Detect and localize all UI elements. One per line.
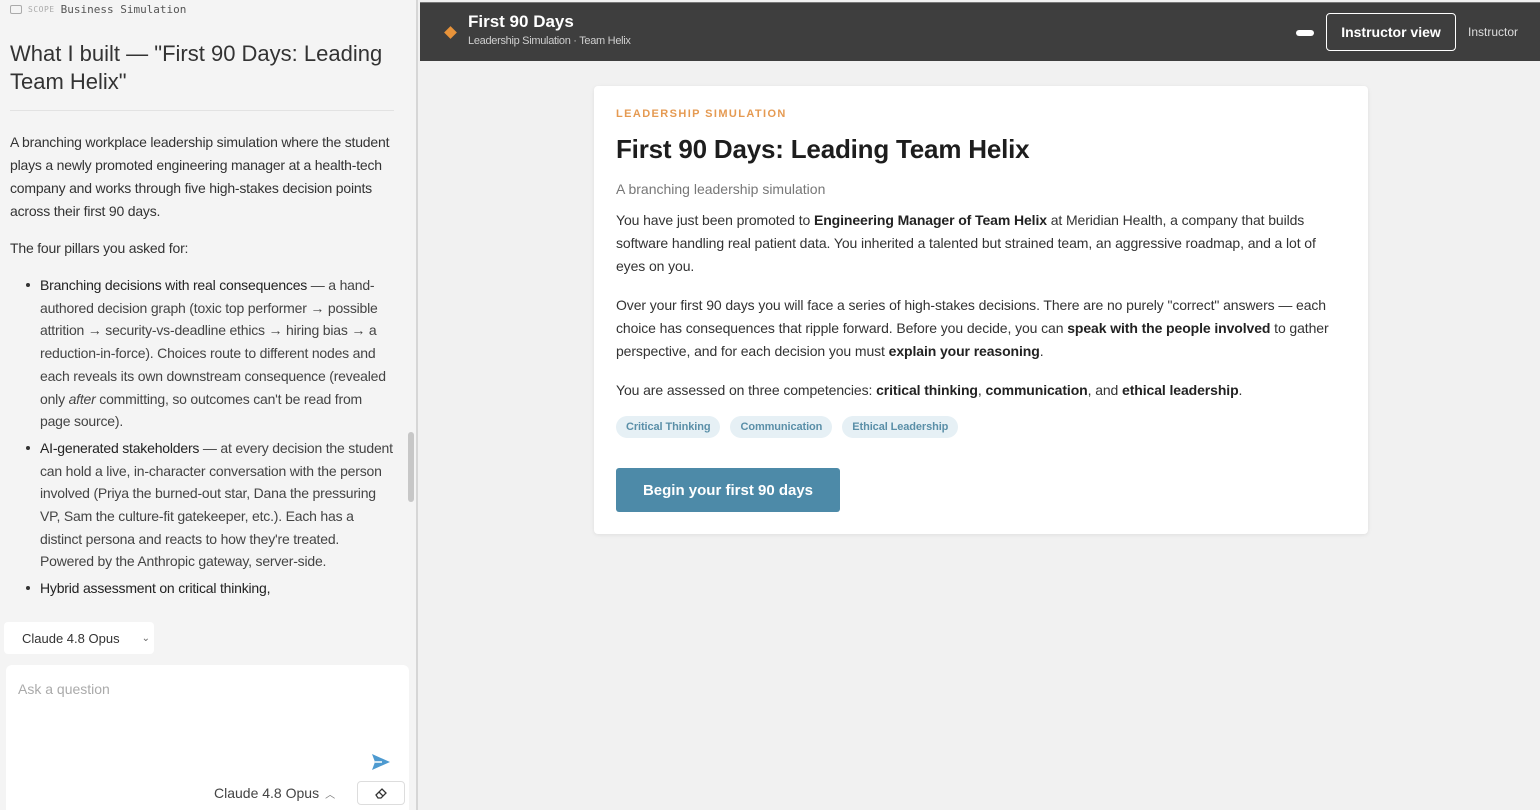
app-subtitle: Leadership Simulation · Team Helix: [468, 35, 631, 47]
chat-message-area[interactable]: What I built — "First 90 Days: Leading T…: [0, 26, 404, 616]
instructor-label: Instructor: [1468, 25, 1519, 39]
minimize-icon[interactable]: [1296, 30, 1314, 36]
card-title: First 90 Days: Leading Team Helix: [616, 134, 1030, 164]
scope-value: Business Simulation: [60, 2, 187, 16]
model-selector-top[interactable]: Claude 4.8 Opus ⌄: [4, 622, 154, 654]
send-icon[interactable]: [371, 753, 391, 771]
text: You are assessed on three competencies:: [616, 382, 877, 398]
card-eyebrow: LEADERSHIP SIMULATION: [616, 108, 787, 120]
text: , and: [1087, 382, 1123, 398]
chevron-up-icon: ︿: [325, 789, 336, 801]
chat-message-title: What I built — "First 90 Days: Leading T…: [10, 40, 394, 111]
pillar-emphasis: after: [68, 390, 96, 407]
intro-paragraph-2: Over your first 90 days you will face a …: [616, 294, 1346, 363]
bold-text: explain your reasoning: [888, 343, 1040, 359]
pillars-heading: The four pillars you asked for:: [10, 240, 189, 256]
bold-text: speak with the people involved: [1067, 320, 1271, 336]
diamond-logo-icon: [444, 26, 457, 39]
text: You have just been promoted to: [616, 212, 814, 228]
bold-text: communication: [985, 382, 1088, 398]
clear-button[interactable]: [357, 781, 405, 805]
bold-text: ethical leadership: [1122, 382, 1239, 398]
tag-critical-thinking: Critical Thinking: [616, 416, 721, 438]
pillar-head: AI-generated stakeholders: [40, 439, 200, 456]
folder-icon: [10, 4, 22, 14]
pillars-list: Branching decisions with real consequenc…: [26, 274, 394, 600]
tag-ethical-leadership: Ethical Leadership: [842, 416, 959, 438]
scope-indicator: SCOPE Business Simulation: [10, 2, 186, 16]
model-name: Claude 4.8 Opus: [22, 630, 120, 646]
card-subtitle: A branching leadership simulation: [616, 181, 826, 197]
pillar-text: — at every decision the student can hold…: [40, 439, 393, 570]
list-item: AI-generated stakeholders — at every dec…: [26, 437, 394, 573]
competency-tags: Critical Thinking Communication Ethical …: [616, 416, 1346, 438]
intro-card: LEADERSHIP SIMULATION First 90 Days: Lea…: [594, 86, 1368, 534]
pillar-text: — a hand-authored decision graph (toxic …: [40, 277, 386, 407]
model-name: Claude 4.8 Opus: [214, 785, 320, 801]
intro-paragraph-1: You have just been promoted to Engineeri…: [616, 209, 1346, 278]
bold-text: Engineering Manager of Team Helix: [813, 212, 1047, 228]
text: .: [1039, 343, 1044, 359]
model-selector-bottom[interactable]: Claude 4.8 Opus ︿: [214, 785, 335, 801]
app-header: First 90 Days Leadership Simulation · Te…: [420, 2, 1540, 61]
instructor-view-button[interactable]: Instructor view: [1326, 13, 1456, 51]
eraser-icon: [375, 788, 387, 799]
list-item: Branching decisions with real consequenc…: [26, 274, 394, 433]
text: .: [1238, 382, 1243, 398]
list-item: Hybrid assessment on critical thinking,: [26, 577, 394, 600]
bold-text: critical thinking: [876, 382, 978, 398]
chevron-down-icon: ⌄: [141, 632, 150, 644]
chat-intro: A branching workplace leadership simulat…: [10, 134, 390, 219]
chat-scrollbar[interactable]: [408, 432, 414, 502]
scope-label: SCOPE: [28, 4, 55, 14]
pillar-head: Branching decisions with real consequenc…: [40, 277, 308, 293]
tag-communication: Communication: [730, 416, 833, 438]
pillar-head: Hybrid assessment on critical thinking,: [40, 580, 271, 597]
intro-paragraph-3: You are assessed on three competencies: …: [616, 379, 1346, 402]
chat-panel: SCOPE Business Simulation What I built —…: [0, 0, 418, 810]
begin-button[interactable]: Begin your first 90 days: [616, 468, 840, 512]
app-title: First 90 Days: [468, 12, 574, 31]
simulation-preview: First 90 Days Leadership Simulation · Te…: [420, 0, 1540, 810]
question-input[interactable]: [18, 681, 388, 741]
composer: Claude 4.8 Opus ︿: [6, 665, 409, 810]
